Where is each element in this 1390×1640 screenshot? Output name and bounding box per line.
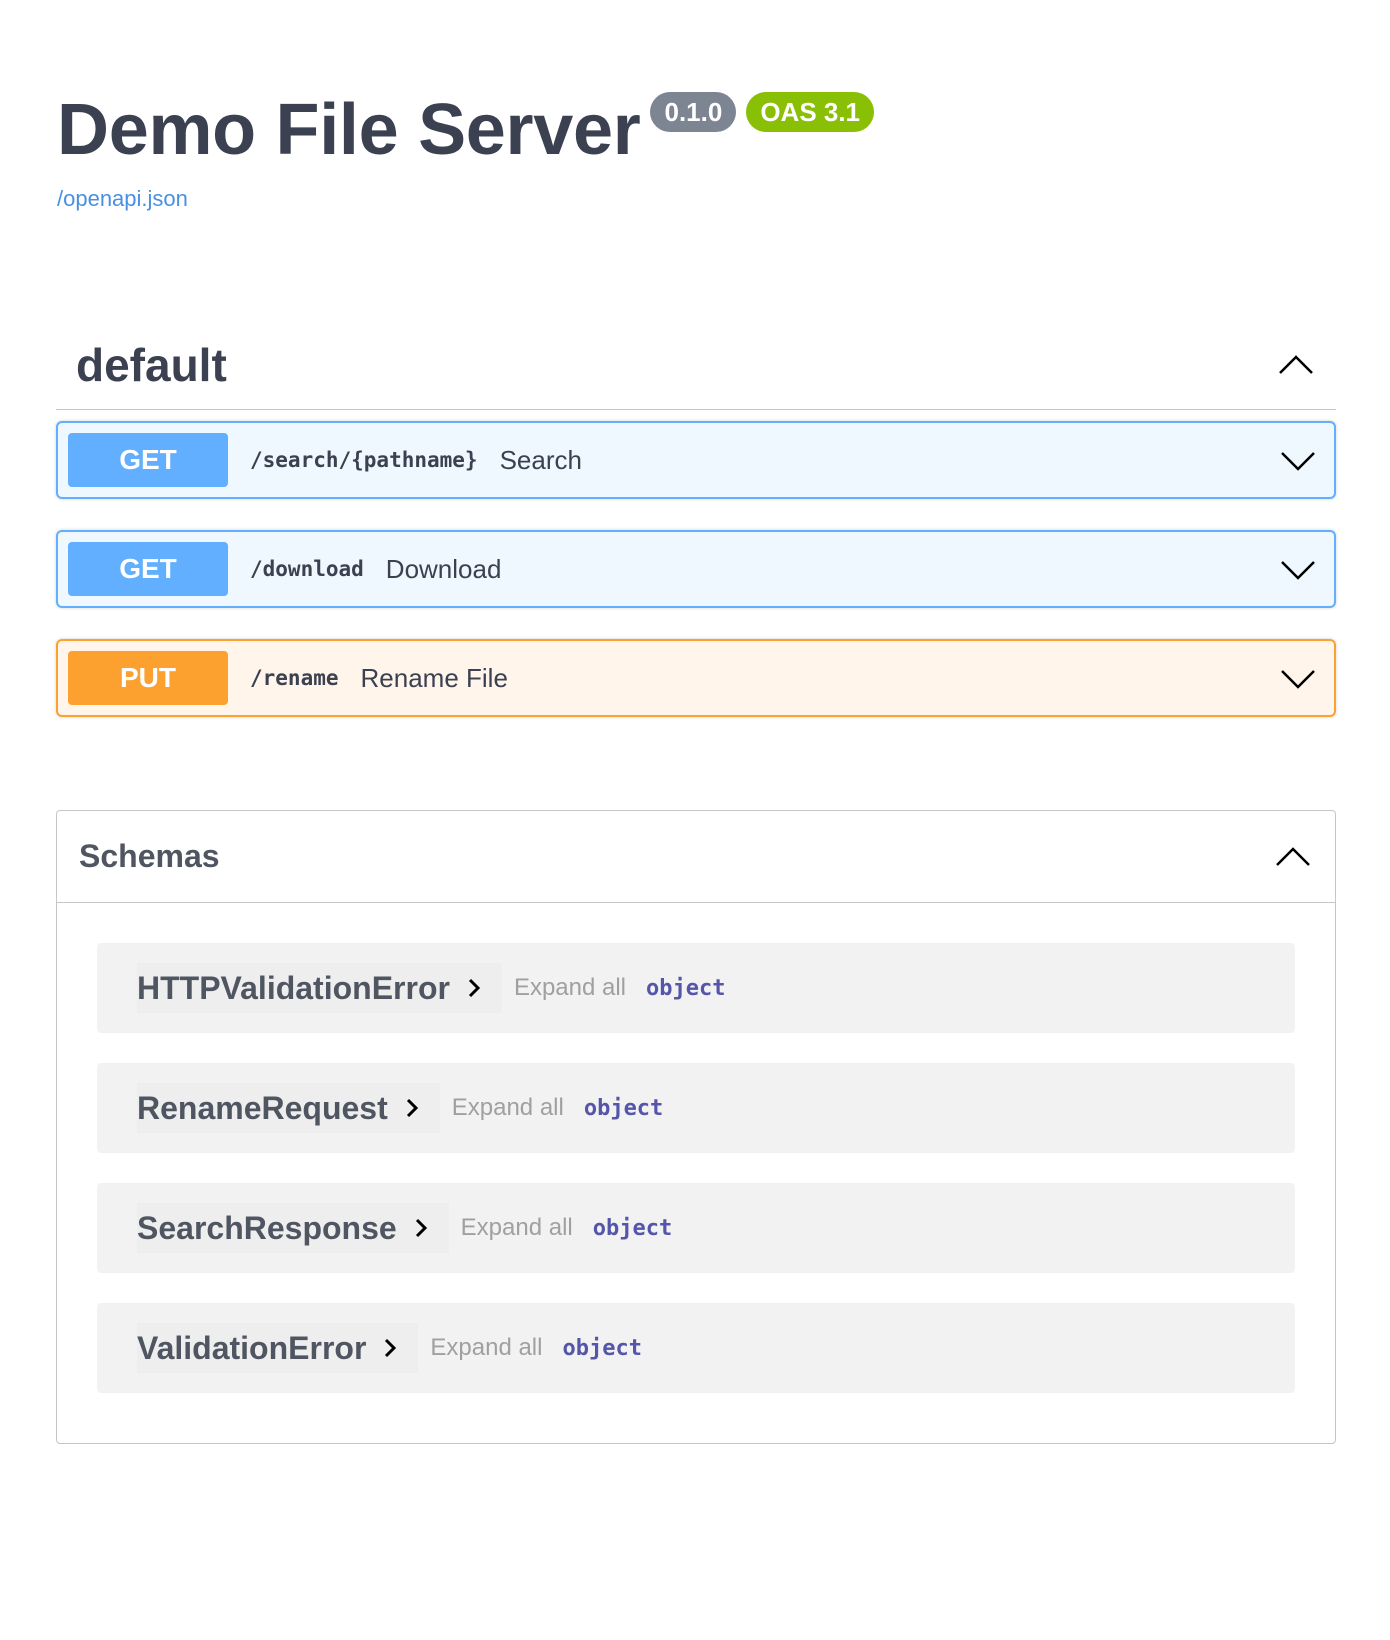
title-row: Demo File Server 0.1.0 OAS 3.1 (57, 88, 1347, 172)
operation-summary: Rename File (360, 662, 508, 693)
chevron-right-icon (406, 1098, 418, 1118)
badges: 0.1.0 OAS 3.1 (650, 92, 875, 132)
model-type: object (592, 1215, 673, 1241)
api-info: Demo File Server 0.1.0 OAS 3.1 /openapi.… (57, 88, 1347, 212)
model-name: SearchResponse (137, 1209, 397, 1246)
operation-put-rename[interactable]: PUT /rename Rename File (56, 639, 1336, 717)
operation-summary: Download (385, 553, 502, 584)
page-title: Demo File Server (57, 90, 641, 170)
model-name: ValidationError (137, 1329, 367, 1366)
version-badge: 0.1.0 (650, 92, 737, 132)
method-badge: GET (68, 433, 228, 487)
tag-header[interactable]: default (56, 320, 1336, 410)
expand-all-button[interactable]: Expand all (461, 1214, 573, 1242)
chevron-down-icon[interactable] (1278, 440, 1318, 480)
expand-all-button[interactable]: Expand all (514, 974, 626, 1002)
openapi-json-link[interactable]: /openapi.json (57, 186, 188, 212)
model-name: HTTPValidationError (137, 969, 450, 1006)
operation-path: /download (250, 557, 364, 581)
chevron-right-icon (468, 978, 481, 998)
schema-item-renamerequest: RenameRequest Expand all object (97, 1063, 1295, 1153)
operation-path: /rename (250, 666, 339, 690)
schema-list: HTTPValidationError Expand all object Re… (57, 903, 1335, 1393)
tag-section-default: default GET /search/{pathname} Search GE… (56, 320, 1336, 717)
operation-get-search[interactable]: GET /search/{pathname} Search (56, 421, 1336, 499)
oas-badge: OAS 3.1 (746, 92, 875, 132)
model-toggle[interactable]: HTTPValidationError (137, 963, 502, 1013)
chevron-up-icon[interactable] (1276, 345, 1316, 385)
model-type: object (646, 975, 726, 1001)
expand-all-button[interactable]: Expand all (452, 1094, 564, 1122)
chevron-up-icon[interactable] (1273, 837, 1313, 877)
method-badge: GET (68, 542, 228, 596)
operation-get-download[interactable]: GET /download Download (56, 530, 1336, 608)
expand-all-button[interactable]: Expand all (430, 1334, 542, 1362)
tag-name: default (76, 338, 227, 391)
model-name: RenameRequest (137, 1089, 388, 1126)
schemas-title: Schemas (79, 838, 220, 874)
model-type: object (562, 1335, 642, 1361)
operation-summary: Search (499, 444, 582, 475)
model-toggle[interactable]: SearchResponse (137, 1203, 449, 1253)
schemas-section: Schemas HTTPValidationError Expand all o… (56, 810, 1336, 1444)
model-toggle[interactable]: ValidationError (137, 1323, 418, 1373)
schema-item-searchresponse: SearchResponse Expand all object (97, 1183, 1295, 1273)
method-badge: PUT (68, 651, 228, 705)
chevron-right-icon (385, 1338, 397, 1358)
model-type: object (583, 1095, 664, 1121)
chevron-right-icon (415, 1218, 427, 1238)
chevron-down-icon[interactable] (1278, 549, 1318, 589)
schema-item-validationerror: ValidationError Expand all object (97, 1303, 1295, 1393)
chevron-down-icon[interactable] (1278, 658, 1318, 698)
schemas-header[interactable]: Schemas (57, 811, 1335, 903)
model-toggle[interactable]: RenameRequest (137, 1083, 440, 1133)
operation-path: /search/{pathname} (250, 448, 478, 472)
schema-item-httpvalidationerror: HTTPValidationError Expand all object (97, 943, 1295, 1033)
